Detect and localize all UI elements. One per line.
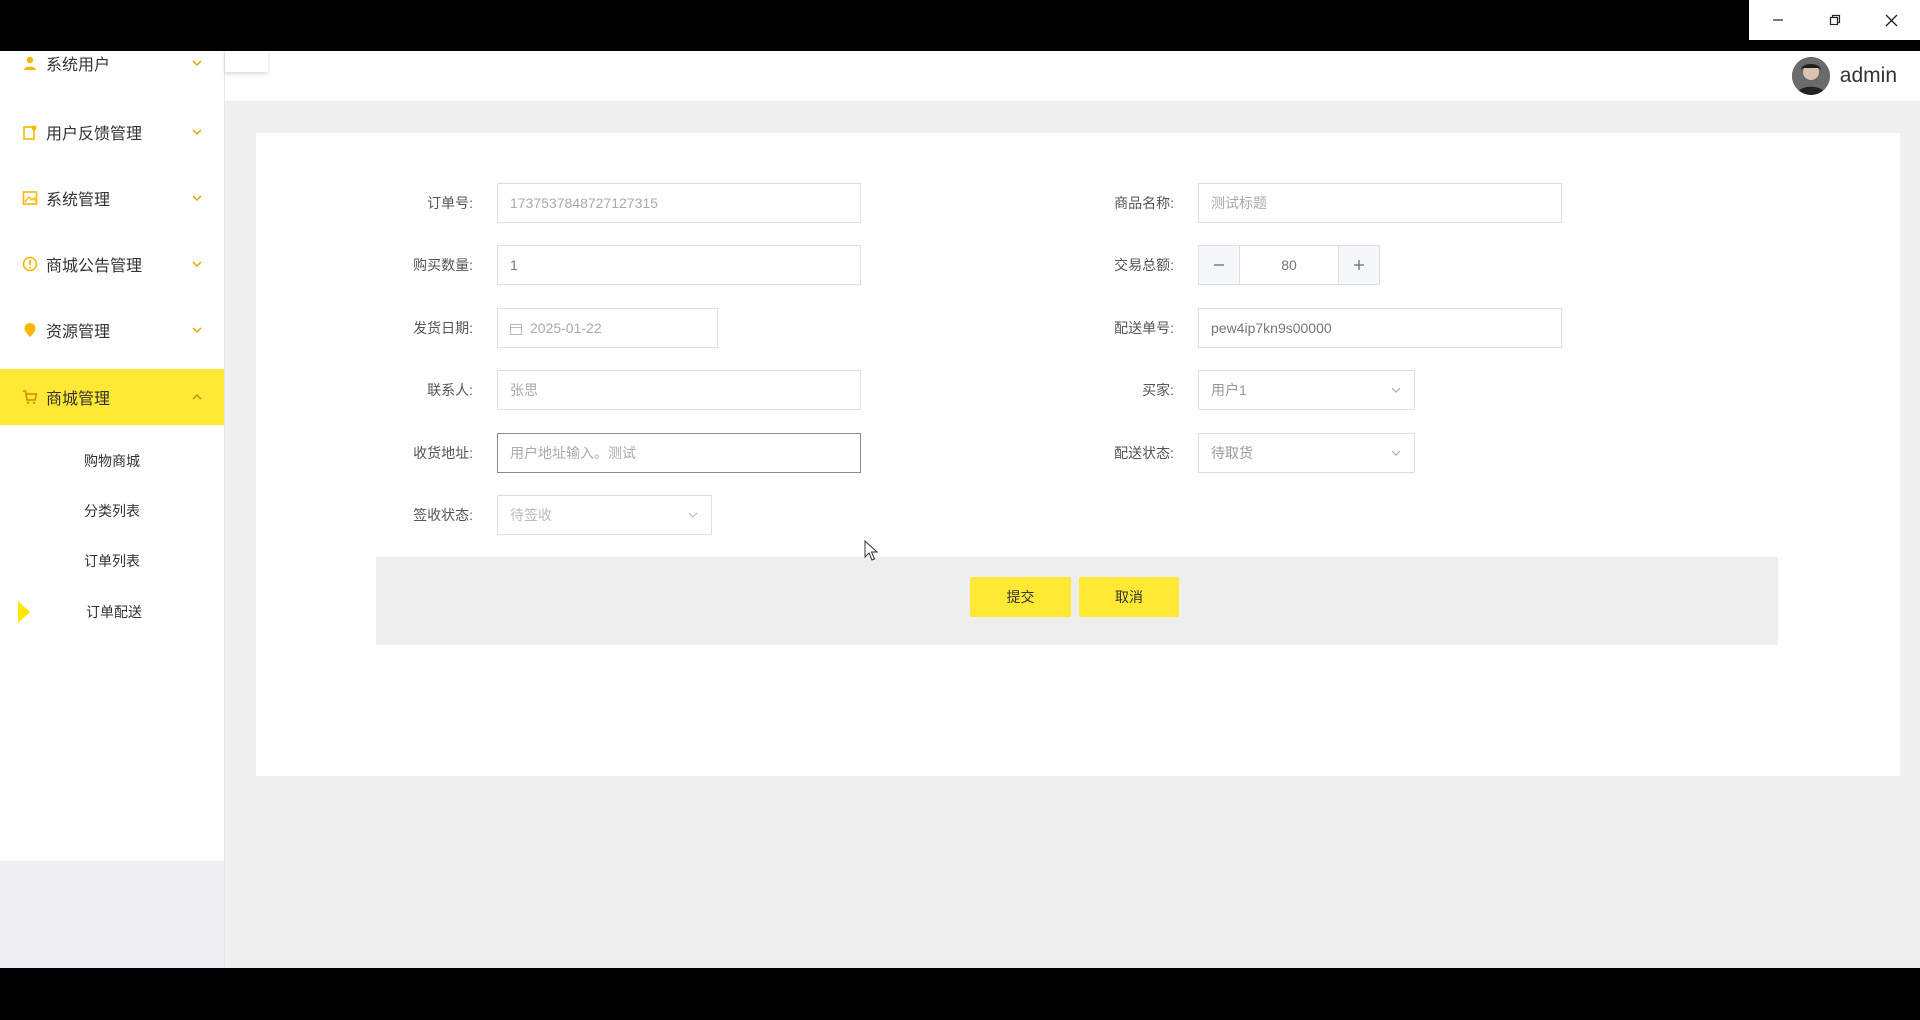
form-actions: 提交 取消	[376, 557, 1778, 645]
chevron-up-icon	[192, 393, 202, 400]
sidebar-item-label: 用户反馈管理	[46, 126, 143, 143]
decrease-button[interactable]	[1199, 246, 1240, 284]
mouse-cursor-icon	[864, 540, 878, 561]
plus-icon	[1354, 260, 1364, 270]
chevron-down-icon	[192, 261, 202, 268]
order-no-input[interactable]: 1737537848727127315	[497, 183, 861, 223]
sign-status-select[interactable]: 待签收	[497, 495, 712, 535]
avatar[interactable]	[1791, 57, 1830, 95]
sign-status-label: 签收状态:	[413, 507, 473, 523]
avatar-icon	[1791, 57, 1830, 95]
minimize-icon	[1772, 19, 1783, 21]
sidebar-footer	[0, 861, 225, 968]
minus-icon	[1214, 264, 1224, 266]
window-title-bar	[0, 0, 1920, 51]
sidebar-item-mall-management[interactable]: 商城管理	[0, 369, 224, 425]
cart-icon	[23, 390, 38, 404]
quantity-input[interactable]: 1	[497, 245, 861, 285]
chevron-down-icon	[192, 327, 202, 334]
sub-item-label: 购物商城	[84, 453, 140, 469]
sidebar: 系统用户 用户反馈管理 系统管理 商城公告管理 资源管理 商城管理 购物商城 分…	[0, 51, 225, 861]
total-value[interactable]: 80	[1240, 246, 1338, 284]
chevron-down-icon	[688, 512, 698, 518]
top-header: admin	[225, 51, 1920, 101]
chevron-down-icon	[1391, 387, 1401, 393]
buyer-label: 买家:	[1142, 382, 1174, 398]
total-stepper[interactable]: 80	[1198, 245, 1380, 285]
total-label: 交易总额:	[1114, 257, 1174, 273]
sidebar-item-label: 资源管理	[46, 324, 111, 341]
taskbar	[0, 968, 1920, 1020]
user-icon	[24, 56, 36, 70]
sidebar-item-label: 商城管理	[46, 391, 111, 408]
close-button[interactable]	[1863, 0, 1920, 40]
order-delivery-form-card: 订单号: 1737537848727127315 商品名称: 测试标题 购买数量…	[256, 133, 1900, 776]
username: admin	[1839, 64, 1897, 87]
sub-item-category-list[interactable]: 分类列表	[0, 487, 224, 535]
contact-label: 联系人:	[427, 382, 473, 398]
ship-date-label: 发货日期:	[413, 320, 473, 336]
chevron-down-icon	[1391, 450, 1401, 456]
window-controls	[1749, 0, 1920, 40]
active-marker-icon	[18, 601, 30, 623]
sub-item-label: 订单列表	[84, 553, 140, 569]
location-icon	[24, 323, 36, 337]
address-label: 收货地址:	[413, 445, 473, 461]
user-menu[interactable]: admin	[1791, 51, 1897, 101]
feedback-icon	[23, 125, 37, 140]
buyer-select[interactable]: 用户1	[1198, 370, 1415, 410]
order-no-label: 订单号:	[427, 195, 473, 211]
sub-item-label: 分类列表	[84, 503, 140, 519]
sub-item-label: 订单配送	[86, 604, 142, 620]
buyer-value: 用户1	[1211, 382, 1247, 398]
address-input[interactable]: 用户地址输入。测试	[497, 433, 861, 473]
chevron-down-icon	[192, 195, 202, 202]
ship-date-picker[interactable]: 2025-01-22	[497, 308, 718, 348]
sign-status-value: 待签收	[510, 507, 552, 523]
sub-item-order-list[interactable]: 订单列表	[0, 537, 224, 585]
delivery-status-label: 配送状态:	[1114, 445, 1174, 461]
sidebar-item-system-management[interactable]: 系统管理	[0, 170, 224, 226]
sidebar-item-feedback[interactable]: 用户反馈管理	[0, 104, 224, 160]
submit-button[interactable]: 提交	[970, 577, 1071, 617]
collapse-toggle[interactable]	[225, 51, 268, 72]
increase-button[interactable]	[1338, 246, 1379, 284]
chevron-down-icon	[192, 129, 202, 136]
sidebar-item-system-users[interactable]: 系统用户	[0, 35, 224, 91]
restore-button[interactable]	[1806, 0, 1863, 40]
sub-item-shopping-mall[interactable]: 购物商城	[0, 437, 224, 485]
delivery-no-input[interactable]: pew4ip7kn9s00000	[1198, 308, 1562, 348]
chevron-down-icon	[192, 60, 202, 67]
delivery-no-label: 配送单号:	[1114, 320, 1174, 336]
sidebar-item-label: 系统管理	[46, 192, 111, 209]
delivery-status-select[interactable]: 待取货	[1198, 433, 1415, 473]
quantity-label: 购买数量:	[413, 257, 473, 273]
sub-item-order-delivery[interactable]: 订单配送	[0, 588, 224, 636]
restore-icon	[1829, 14, 1840, 26]
sidebar-item-label: 系统用户	[46, 57, 111, 74]
image-icon	[22, 191, 38, 205]
delivery-status-value: 待取货	[1211, 445, 1253, 461]
sidebar-item-resources[interactable]: 资源管理	[0, 302, 224, 358]
notice-icon	[22, 256, 38, 272]
app-area: 系统用户 用户反馈管理 系统管理 商城公告管理 资源管理 商城管理 购物商城 分…	[0, 51, 1920, 968]
ship-date-value: 2025-01-22	[530, 320, 602, 336]
minimize-button[interactable]	[1749, 0, 1806, 40]
sidebar-item-label: 商城公告管理	[46, 258, 143, 275]
product-name-input[interactable]: 测试标题	[1198, 183, 1562, 223]
contact-input[interactable]: 张思	[497, 370, 861, 410]
close-icon	[1885, 14, 1898, 26]
product-name-label: 商品名称:	[1114, 195, 1174, 211]
calendar-icon	[510, 324, 522, 336]
cancel-button[interactable]: 取消	[1079, 577, 1179, 617]
sidebar-item-mall-notice[interactable]: 商城公告管理	[0, 236, 224, 292]
